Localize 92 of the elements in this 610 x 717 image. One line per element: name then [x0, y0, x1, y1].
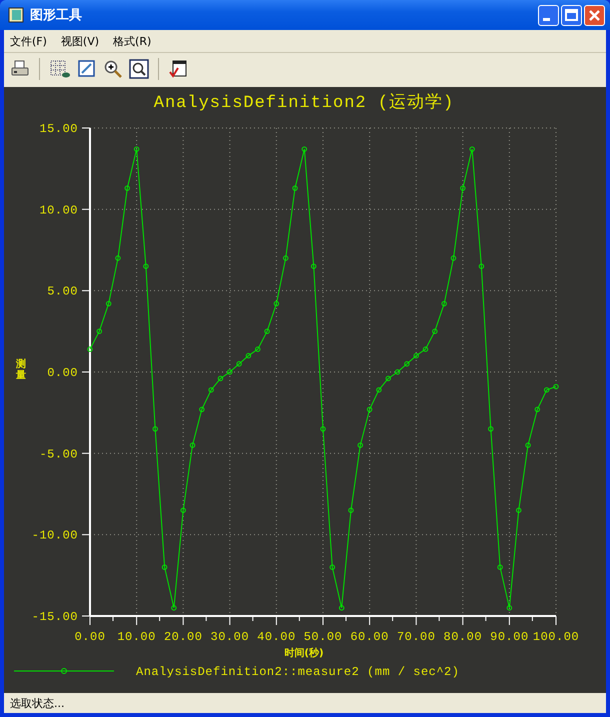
point [544, 387, 550, 393]
chart-pencil-icon [77, 58, 97, 78]
y-tick-label: 5.00 [47, 284, 78, 299]
document-check-icon [168, 58, 188, 78]
point [310, 264, 316, 269]
point [366, 406, 372, 412]
point [422, 346, 428, 352]
point [96, 328, 102, 334]
y-tick-label: -5.00 [39, 447, 78, 462]
point [292, 185, 298, 191]
zoom-window-icon [129, 58, 149, 78]
point [534, 406, 540, 412]
point [162, 564, 168, 570]
point [488, 426, 494, 432]
point [516, 508, 522, 513]
point [227, 369, 232, 375]
x-axis-label: 时间(秒) [284, 648, 324, 659]
minimize-button[interactable] [538, 4, 559, 26]
point [190, 442, 196, 448]
y-axis-label: 测量 [16, 359, 26, 381]
point [302, 146, 308, 152]
point [386, 376, 391, 382]
close-button[interactable] [584, 4, 605, 26]
point [525, 442, 531, 448]
y-tick-label: -15.00 [32, 610, 78, 624]
y-tick-label: 0.00 [47, 366, 78, 380]
point [394, 369, 400, 375]
x-tick-label: 30.00 [210, 630, 250, 644]
point [283, 255, 288, 261]
window-title: 图形工具 [30, 7, 83, 24]
y-tick-label: -10.00 [32, 528, 78, 543]
y-tick-label: 10.00 [39, 203, 78, 218]
point [348, 508, 354, 513]
point [338, 605, 344, 611]
point [218, 376, 224, 382]
x-tick-label: 80.00 [444, 630, 482, 644]
point [199, 406, 205, 412]
point [469, 146, 475, 152]
menu-item[interactable]: 视图(V) [60, 34, 100, 48]
status-text: 选取状态... [10, 696, 64, 710]
point [87, 346, 93, 352]
point [506, 605, 512, 611]
point [115, 255, 121, 261]
point [106, 300, 112, 306]
zoom-fit-button[interactable] [127, 56, 151, 80]
point [478, 264, 484, 269]
point [330, 564, 336, 570]
zoom-in-icon [103, 58, 123, 78]
point [376, 387, 382, 393]
point [320, 426, 326, 432]
chart-title: AnalysisDefinition2 (运动学) [154, 94, 454, 113]
x-tick-label: 70.00 [396, 630, 436, 644]
point [152, 426, 158, 432]
point [236, 361, 242, 367]
close-icon [589, 10, 600, 20]
minimize-icon [543, 18, 550, 20]
legend-label: AnalysisDefinition2::measure2 (mm / sec^2) [136, 665, 460, 679]
point [124, 185, 130, 191]
printer-icon [10, 58, 30, 78]
menu-item[interactable]: 格式(R) [113, 34, 152, 48]
menu-item[interactable]: 文件(F) [10, 34, 47, 48]
window-icon [8, 7, 24, 23]
point [460, 185, 466, 191]
point [553, 384, 559, 390]
x-tick-label: 20.00 [164, 630, 202, 644]
point [208, 387, 214, 393]
point [246, 353, 252, 358]
point [432, 328, 438, 334]
x-tick-label: 60.00 [350, 630, 389, 644]
point [404, 361, 410, 367]
x-tick-label: 90.00 [490, 630, 529, 644]
point [264, 328, 270, 334]
point [358, 442, 363, 448]
point [255, 346, 260, 352]
x-tick-label: 0.00 [74, 630, 106, 644]
x-tick-label: 10.00 [117, 630, 156, 644]
point [497, 564, 503, 570]
x-tick-label: 40.00 [257, 630, 296, 644]
point [143, 264, 149, 269]
y-tick-label: 15.00 [39, 122, 78, 136]
point [441, 300, 447, 306]
point [450, 255, 456, 261]
grid-icon [49, 58, 71, 78]
point [414, 353, 419, 358]
point [274, 300, 280, 306]
maximize-button[interactable] [561, 4, 582, 26]
x-tick-label: 50.00 [304, 630, 342, 644]
point [134, 146, 140, 152]
point [180, 508, 186, 513]
maximize-icon [565, 9, 578, 21]
point [171, 605, 177, 611]
x-tick-label: 100.00 [532, 630, 580, 644]
